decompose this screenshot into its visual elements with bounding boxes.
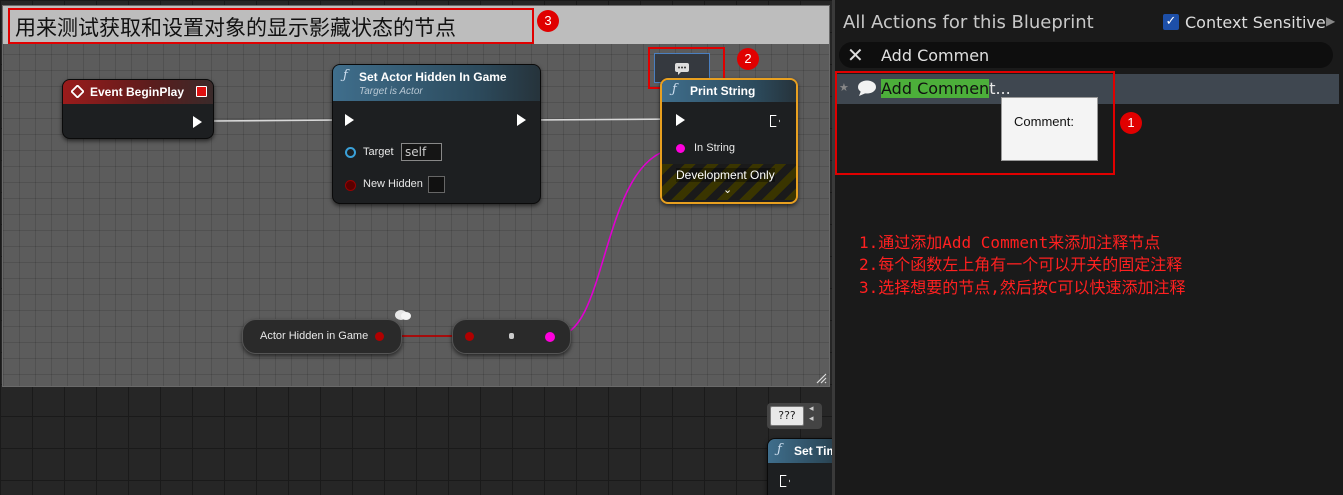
search-input[interactable]: ✕ Add Commen <box>839 42 1333 68</box>
print-string-node[interactable]: ƒ Print String In String Development Onl… <box>660 78 798 204</box>
action-menu-panel: All Actions for this Blueprint ✓ Context… <box>832 0 1343 495</box>
note-line-3: 3.选择想要的节点,然后按C可以快速添加注释 <box>859 278 1186 297</box>
exec-out-pin[interactable] <box>517 114 526 126</box>
delegate-pin[interactable] <box>196 86 207 97</box>
cloud-icon <box>395 310 411 320</box>
get-actor-hidden-node[interactable]: Actor Hidden in Game <box>242 319 402 354</box>
in-string-pin[interactable] <box>676 144 685 153</box>
annotation-badge-1: 1 <box>1120 112 1142 134</box>
set-tim-title: Set Tim <box>794 444 832 458</box>
comment-bubble-icon <box>675 63 689 75</box>
set-hidden-subtitle: Target is Actor <box>359 86 423 97</box>
in-string-label: In String <box>694 142 735 154</box>
conversion-dot <box>509 333 514 339</box>
annotation-badge-2: 2 <box>737 48 759 70</box>
new-hidden-label: New Hidden <box>363 178 423 190</box>
set-hidden-title: Set Actor Hidden In Game <box>359 70 507 84</box>
note-line-2: 2.每个函数左上角有一个可以开关的固定注释 <box>859 255 1183 274</box>
exec-out-pin[interactable] <box>770 115 780 127</box>
clear-search-icon[interactable]: ✕ <box>847 42 864 68</box>
development-only-strip: Development Only ⌄ <box>662 164 796 200</box>
bool-out-pin[interactable] <box>375 332 384 341</box>
panel-title: All Actions for this Blueprint <box>843 12 1094 33</box>
blueprint-graph[interactable]: 用来测试获取和设置对象的显示影藏状态的节点 3 Event BeginPlay … <box>0 0 832 495</box>
function-icon: ƒ <box>672 82 677 97</box>
event-beginplay-title: Event BeginPlay <box>90 85 185 99</box>
exec-in-pin[interactable] <box>780 475 790 487</box>
exec-in-pin[interactable] <box>345 114 354 126</box>
get-hidden-title: Actor Hidden in Game <box>260 330 369 342</box>
collapse-arrows-icon[interactable]: ◂ ◂ <box>809 404 814 424</box>
development-only-label: Development Only <box>676 168 775 182</box>
event-beginplay-node[interactable]: Event BeginPlay <box>62 79 214 139</box>
event-diamond-icon <box>71 85 84 98</box>
new-hidden-pin[interactable] <box>345 180 356 191</box>
note-line-1: 1.通过添加Add Comment来添加注释节点 <box>859 233 1161 252</box>
chevron-right-icon[interactable]: ▶ <box>1326 14 1335 28</box>
exec-in-pin[interactable] <box>676 114 685 126</box>
set-actor-hidden-node[interactable]: ƒ Set Actor Hidden In Game Target is Act… <box>332 64 541 204</box>
unknown-node-label: ??? <box>770 406 804 426</box>
function-icon: ƒ <box>343 68 348 83</box>
string-out-pin[interactable] <box>545 332 555 342</box>
chevron-down-icon[interactable]: ⌄ <box>723 183 732 196</box>
target-value-field[interactable]: self <box>401 143 442 161</box>
search-value[interactable]: Add Commen <box>881 46 989 65</box>
function-icon: ƒ <box>777 442 782 457</box>
context-sensitive-checkbox[interactable]: ✓ <box>1163 14 1179 30</box>
context-sensitive-label[interactable]: Context Sensitive <box>1185 13 1326 32</box>
target-label: Target <box>363 146 394 158</box>
target-pin[interactable] <box>345 147 356 158</box>
set-tim-node[interactable]: ƒ Set Tim <box>767 438 832 495</box>
annotation-rect-1 <box>835 71 1115 175</box>
exec-out-pin[interactable] <box>193 116 202 128</box>
print-string-title: Print String <box>690 84 756 98</box>
bool-in-pin[interactable] <box>465 332 474 341</box>
new-hidden-checkbox[interactable] <box>428 176 445 193</box>
unknown-node[interactable]: ??? ◂ ◂ <box>767 403 822 429</box>
bool-to-string-node[interactable] <box>452 319 571 354</box>
